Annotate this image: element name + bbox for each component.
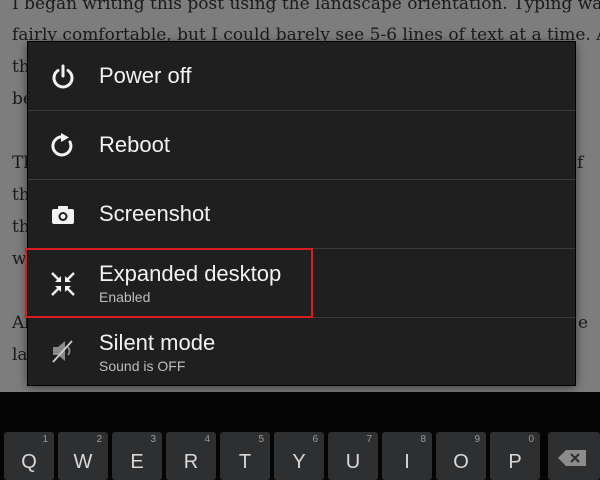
menu-item-label: Reboot [99,132,170,157]
power-icon [50,64,76,90]
key-number: 6 [312,434,318,445]
key-r[interactable]: 4R [166,432,216,480]
menu-item-label: Screenshot [99,201,211,226]
menu-item-status: Sound is OFF [99,358,186,374]
key-letter: E [130,451,144,473]
key-number: 7 [366,434,372,445]
key-o[interactable]: 9O [436,432,486,480]
key-u[interactable]: 7U [328,432,378,480]
key-number: 4 [204,434,210,445]
key-p[interactable]: 0P [490,432,540,480]
menu-item-screenshot[interactable]: Screenshot [28,180,575,248]
key-letter: W [73,451,93,473]
key-y[interactable]: 6Y [274,432,324,480]
key-e[interactable]: 3E [112,432,162,480]
key-letter: O [453,451,469,473]
key-number: 0 [528,434,534,445]
menu-item-label: Silent mode [99,330,216,355]
sound-off-icon [50,338,76,364]
key-number: 5 [258,434,264,445]
camera-icon [50,202,76,228]
key-letter: T [238,451,252,473]
menu-item-reboot[interactable]: Reboot [28,111,575,179]
key-q[interactable]: 1Q [4,432,54,480]
key-letter: U [345,451,361,473]
key-number: 3 [150,434,156,445]
menu-item-label: Power off [99,63,192,88]
key-letter: P [508,451,522,473]
article-fragment: la [12,345,28,365]
article-fragment: f [577,153,584,173]
key-letter: Q [21,451,37,473]
article-line: I began writing this post using the land… [12,0,600,14]
menu-item-silent-mode[interactable]: Silent mode Sound is OFF [28,318,575,386]
backspace-icon [558,450,588,471]
key-t[interactable]: 5T [220,432,270,480]
key-letter: Y [292,451,306,473]
key-w[interactable]: 2W [58,432,108,480]
key-letter: I [404,451,410,473]
soft-keyboard: 1Q 2W 3E 4R 5T 6Y 7U 8I 9O 0P [0,392,600,480]
article-fragment: e [578,313,589,333]
key-i[interactable]: 8I [382,432,432,480]
key-number: 1 [42,434,48,445]
reboot-icon [50,133,76,159]
key-backspace[interactable] [548,432,600,480]
key-letter: R [183,451,199,473]
menu-item-power-off[interactable]: Power off [28,42,575,110]
key-number: 8 [420,434,426,445]
key-number: 9 [474,434,480,445]
highlight-box [25,248,313,318]
key-number: 2 [96,434,102,445]
power-menu-dialog: Power off Reboot Screenshot Expanded des… [28,42,575,385]
